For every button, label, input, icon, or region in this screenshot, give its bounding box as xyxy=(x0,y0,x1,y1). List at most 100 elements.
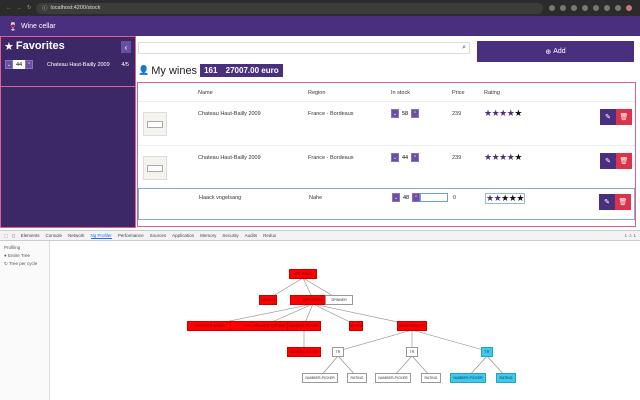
address-bar[interactable]: ⓘ localhost:4200/stock xyxy=(36,2,543,14)
edit-button[interactable]: ✎ xyxy=(600,109,616,125)
delete-button[interactable]: 🗑 xyxy=(615,194,631,210)
tree-node[interactable]: SPINNER xyxy=(325,295,353,305)
row-actions: ✎ 🗑 xyxy=(600,153,632,169)
stock-input[interactable] xyxy=(420,193,448,202)
search-input[interactable]: ⌕ xyxy=(138,42,470,54)
wine-glass-icon: 🍷 xyxy=(8,21,18,31)
increment-button[interactable]: ⌃ xyxy=(412,193,420,202)
rating-stars[interactable]: ★★★★★ xyxy=(484,153,522,162)
decrement-button[interactable]: ⌄ xyxy=(391,153,399,162)
tree-node[interactable]: NUMBER-PICKER xyxy=(302,373,338,383)
increment-button[interactable]: ⌃ xyxy=(411,109,419,118)
header-name: Name xyxy=(198,90,213,96)
stock-value[interactable]: 48 xyxy=(400,193,412,202)
rating-stars[interactable]: ★★★★★ xyxy=(484,109,522,118)
tree-node[interactable]: NUMBER-PICKER xyxy=(375,373,411,383)
back-icon[interactable]: ← xyxy=(6,5,12,11)
tree-node[interactable]: NAVBAR xyxy=(259,295,277,305)
star-icon[interactable]: ★ xyxy=(486,193,494,203)
stock-value[interactable]: 44 xyxy=(399,153,411,162)
edit-button[interactable]: ✎ xyxy=(600,153,616,169)
star-icon[interactable]: ★ xyxy=(499,108,507,118)
favorite-name: Chateau Haut-Bailly 2009 xyxy=(47,62,110,68)
stock-value[interactable]: 58 xyxy=(399,109,411,118)
star-icon[interactable]: ★ xyxy=(484,152,492,162)
devtools-tab[interactable]: Security xyxy=(222,233,238,238)
devtools-tab[interactable]: Ng Profiler xyxy=(90,233,112,239)
increment-button[interactable]: ⌃ xyxy=(411,153,419,162)
wine-price: 0 xyxy=(453,195,457,201)
tree-node[interactable]: APP-ROOT xyxy=(289,269,317,279)
sidebar-title: Favorites xyxy=(15,40,65,52)
devtools-tab[interactable]: Audits xyxy=(245,233,258,238)
forward-icon[interactable]: → xyxy=(17,5,23,11)
tree-node[interactable]: TR xyxy=(481,347,493,357)
favorite-ratio: 4/5 xyxy=(121,62,129,68)
user-icon: 👤 xyxy=(138,65,150,75)
delete-button[interactable]: 🗑 xyxy=(616,109,632,125)
devtools-status[interactable]: 1 ⚠ 1 xyxy=(624,233,636,239)
favorite-item: ⌄ 44 ⌃ Chateau Haut-Bailly 2009 4/5 xyxy=(1,57,135,87)
profiler-option[interactable]: ↻ Tree per cycle xyxy=(4,261,45,267)
increment-button[interactable]: ⌃ xyxy=(25,60,33,69)
tree-node[interactable]: FAVORITE-WINES xyxy=(187,321,233,331)
devtools-tab[interactable]: Application xyxy=(172,233,194,238)
profile-icon[interactable] xyxy=(626,5,632,11)
collapse-sidebar-button[interactable]: ‹ xyxy=(121,41,131,53)
chevron-up-icon: ⌃ xyxy=(412,154,418,161)
favorite-quantity[interactable]: 44 xyxy=(13,60,25,69)
star-icon[interactable]: ★ xyxy=(499,152,507,162)
delete-button[interactable]: 🗑 xyxy=(616,153,632,169)
wine-table: Name Region In stock Price Rating Chatea… xyxy=(137,82,636,227)
row-actions: ✎ 🗑 xyxy=(600,109,632,125)
devtools-tab[interactable]: Elements xyxy=(21,233,40,238)
search-icon: ⌕ xyxy=(462,44,466,51)
edit-button[interactable]: ✎ xyxy=(599,194,615,210)
wine-name: Chateau Haut-Bailly 2009 xyxy=(198,111,261,117)
component-tree: APP-ROOT NAVBAR APP-STOCK SPINNER FAVORI… xyxy=(50,241,640,400)
decrement-button[interactable]: ⌄ xyxy=(391,109,399,118)
extension-icon[interactable] xyxy=(560,5,566,11)
tree-node[interactable]: RATING xyxy=(421,373,441,383)
device-icon[interactable]: ▯ xyxy=(12,233,14,239)
decrement-button[interactable]: ⌄ xyxy=(392,193,400,202)
app-title[interactable]: Wine cellar xyxy=(21,23,56,30)
devtools-tab[interactable]: Performance xyxy=(118,233,144,238)
profiler-option[interactable]: ● Entire Tree xyxy=(4,253,45,258)
extension-icon[interactable] xyxy=(604,5,610,11)
tree-node[interactable]: NUMBER-PICKER xyxy=(450,373,486,383)
devtools-tab[interactable]: Console xyxy=(46,233,63,238)
add-wine-button[interactable]: ⊕ Add xyxy=(477,41,634,62)
devtools-tab[interactable]: Network xyxy=(68,233,85,238)
devtools-tab[interactable]: Memory xyxy=(200,233,216,238)
star-icon[interactable]: ★ xyxy=(501,193,509,203)
tree-node[interactable]: WINE-RESULTS xyxy=(397,321,427,331)
star-icon[interactable]: ★ xyxy=(514,152,522,162)
extension-icon[interactable] xyxy=(593,5,599,11)
tree-node[interactable]: TR xyxy=(406,347,418,357)
tree-node[interactable]: TR xyxy=(332,347,344,357)
decrement-button[interactable]: ⌄ xyxy=(5,60,13,69)
extension-icon[interactable] xyxy=(549,5,555,11)
tree-node[interactable]: NUMBER-PICKER xyxy=(287,321,321,331)
trash-icon: 🗑 xyxy=(618,199,628,206)
pencil-icon: ✎ xyxy=(605,114,611,121)
tree-node[interactable]: RATING xyxy=(496,373,516,383)
star-icon[interactable]: ★ xyxy=(514,108,522,118)
star-icon[interactable]: ★ xyxy=(516,193,524,203)
extension-icon[interactable] xyxy=(582,5,588,11)
wine-region: Nahe xyxy=(309,195,323,201)
devtools-tab[interactable]: Redux xyxy=(263,233,276,238)
profiler-option-label: Entire Tree xyxy=(7,253,30,258)
reload-icon[interactable]: ↻ xyxy=(27,5,32,11)
extension-icon[interactable] xyxy=(615,5,621,11)
tree-node[interactable]: SEARCH xyxy=(349,321,363,331)
chevron-up-icon: ⌃ xyxy=(26,61,32,68)
inspect-icon[interactable]: ⬚ xyxy=(4,233,8,239)
extension-icon[interactable] xyxy=(571,5,577,11)
rating-stars[interactable]: ★★★★★ xyxy=(485,193,525,204)
tree-node[interactable]: RATING xyxy=(347,373,367,383)
devtools-tab[interactable]: Sources xyxy=(150,233,167,238)
star-icon[interactable]: ★ xyxy=(484,108,492,118)
tree-node[interactable]: NUMBER-PICKER xyxy=(287,347,321,357)
